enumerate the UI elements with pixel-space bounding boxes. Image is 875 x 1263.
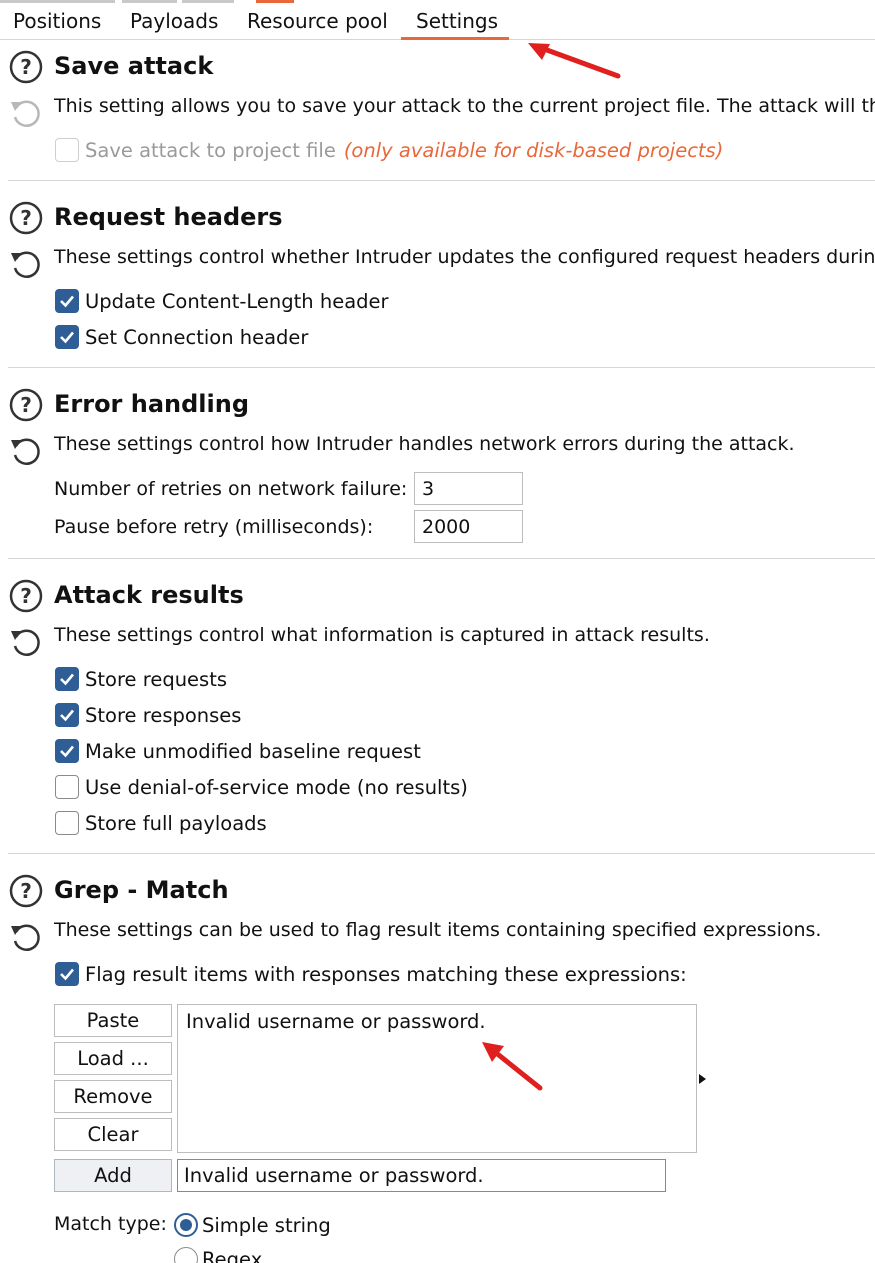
request-headers-heading: Request headers	[54, 203, 283, 231]
simple-string-radio[interactable]	[174, 1213, 198, 1237]
flag-results-label: Flag result items with responses matchin…	[85, 962, 687, 986]
save-attack-checkbox-row: Save attack to project file (only availa…	[55, 137, 723, 163]
simple-string-label: Simple string	[202, 1213, 331, 1237]
checkmark-icon	[60, 331, 74, 344]
checkmark-icon	[60, 673, 74, 686]
add-button[interactable]: Add	[54, 1159, 172, 1192]
radio-row: Regex	[174, 1246, 262, 1263]
match-type-label: Match type:	[54, 1213, 167, 1235]
radio-row: Simple string	[174, 1212, 331, 1238]
save-attack-checkbox-label: Save attack to project file	[85, 138, 336, 162]
checkmark-icon	[60, 968, 74, 981]
reset-icon[interactable]	[9, 625, 43, 659]
list-item[interactable]: Invalid username or password.	[186, 1010, 486, 1033]
error-handling-description: These settings control how Intruder hand…	[54, 433, 795, 455]
svg-text:?: ?	[20, 206, 32, 230]
request-headers-description: These settings control whether Intruder …	[54, 246, 875, 268]
store-requests-label: Store requests	[85, 667, 228, 691]
store-full-payloads-label: Store full payloads	[85, 811, 267, 835]
tab-edge	[122, 0, 177, 3]
tab-bar: Positions Payloads Resource pool Setting…	[0, 0, 875, 40]
section-divider	[8, 853, 875, 854]
baseline-request-label: Make unmodified baseline request	[85, 739, 421, 763]
checkmark-icon	[60, 745, 74, 758]
clear-button[interactable]: Clear	[54, 1118, 172, 1151]
error-handling-heading: Error handling	[54, 390, 250, 418]
tab-payloads[interactable]: Payloads	[130, 9, 218, 33]
svg-text:?: ?	[20, 584, 32, 608]
tab-settings-underline	[401, 37, 509, 40]
pause-label: Pause before retry (milliseconds):	[54, 516, 374, 538]
paste-button[interactable]: Paste	[54, 1004, 172, 1037]
dos-mode-checkbox[interactable]	[55, 775, 79, 799]
match-expression-list[interactable]: Invalid username or password.	[177, 1004, 697, 1153]
checkbox-row: Store responses	[55, 702, 241, 728]
set-connection-header-label: Set Connection header	[85, 325, 309, 349]
annotation-arrow-icon	[528, 43, 621, 79]
checkmark-icon	[60, 295, 74, 308]
checkbox-row: Set Connection header	[55, 324, 308, 350]
pause-input[interactable]	[414, 510, 523, 543]
help-circle-icon[interactable]: ?	[9, 579, 43, 613]
reset-icon[interactable]	[9, 920, 43, 954]
save-attack-heading: Save attack	[54, 52, 214, 80]
dos-mode-label: Use denial-of-service mode (no results)	[85, 775, 468, 799]
help-circle-icon[interactable]: ?	[9, 201, 43, 235]
store-responses-label: Store responses	[85, 703, 242, 727]
svg-text:?: ?	[20, 55, 32, 79]
checkbox-row: Flag result items with responses matchin…	[55, 961, 687, 987]
checkbox-row: Store requests	[55, 666, 227, 692]
reset-icon	[11, 100, 40, 127]
add-expression-input[interactable]	[177, 1159, 666, 1192]
reset-icon[interactable]	[9, 434, 43, 468]
attack-results-description: These settings control what information …	[54, 624, 710, 646]
help-circle-icon[interactable]: ?	[9, 50, 43, 84]
annotation-arrow-icon	[482, 1042, 543, 1091]
save-attack-note: (only available for disk-based projects)	[343, 138, 724, 162]
help-circle-icon[interactable]: ?	[9, 874, 43, 908]
set-connection-header-checkbox[interactable]	[55, 325, 79, 349]
checkmark-icon	[60, 709, 74, 722]
expand-arrow-icon[interactable]	[699, 1074, 706, 1084]
section-divider	[8, 558, 875, 559]
tab-edge-active	[256, 0, 294, 3]
checkbox-row: Make unmodified baseline request	[55, 738, 421, 764]
reset-icon[interactable]	[9, 247, 43, 281]
load-button[interactable]: Load ...	[54, 1042, 172, 1075]
checkbox-row: Store full payloads	[55, 810, 267, 836]
section-divider	[8, 367, 875, 368]
save-attack-description: This setting allows you to save your att…	[54, 95, 875, 117]
regex-label: Regex	[202, 1247, 263, 1263]
attack-results-heading: Attack results	[54, 581, 244, 609]
baseline-request-checkbox[interactable]	[55, 739, 79, 763]
update-content-length-checkbox[interactable]	[55, 289, 79, 313]
checkbox-row: Use denial-of-service mode (no results)	[55, 774, 468, 800]
regex-radio[interactable]	[174, 1247, 198, 1263]
tab-edge	[182, 0, 234, 3]
section-divider	[8, 180, 875, 181]
save-attack-checkbox[interactable]	[55, 138, 79, 162]
help-circle-icon[interactable]: ?	[9, 388, 43, 422]
retries-input[interactable]	[414, 472, 523, 505]
update-content-length-label: Update Content-Length header	[85, 289, 389, 313]
remove-button[interactable]: Remove	[54, 1080, 172, 1113]
grep-match-heading: Grep - Match	[54, 876, 229, 904]
flag-results-checkbox[interactable]	[55, 962, 79, 986]
tab-positions[interactable]: Positions	[13, 9, 101, 33]
svg-text:?: ?	[20, 879, 32, 903]
retries-label: Number of retries on network failure:	[54, 478, 408, 500]
grep-match-description: These settings can be used to flag resul…	[54, 919, 822, 941]
store-full-payloads-checkbox[interactable]	[55, 811, 79, 835]
store-responses-checkbox[interactable]	[55, 703, 79, 727]
checkbox-row: Update Content-Length header	[55, 288, 389, 314]
svg-text:?: ?	[20, 393, 32, 417]
tab-settings[interactable]: Settings	[416, 9, 498, 33]
tab-resource-pool[interactable]: Resource pool	[247, 9, 388, 33]
store-requests-checkbox[interactable]	[55, 667, 79, 691]
tab-edge	[0, 0, 115, 3]
